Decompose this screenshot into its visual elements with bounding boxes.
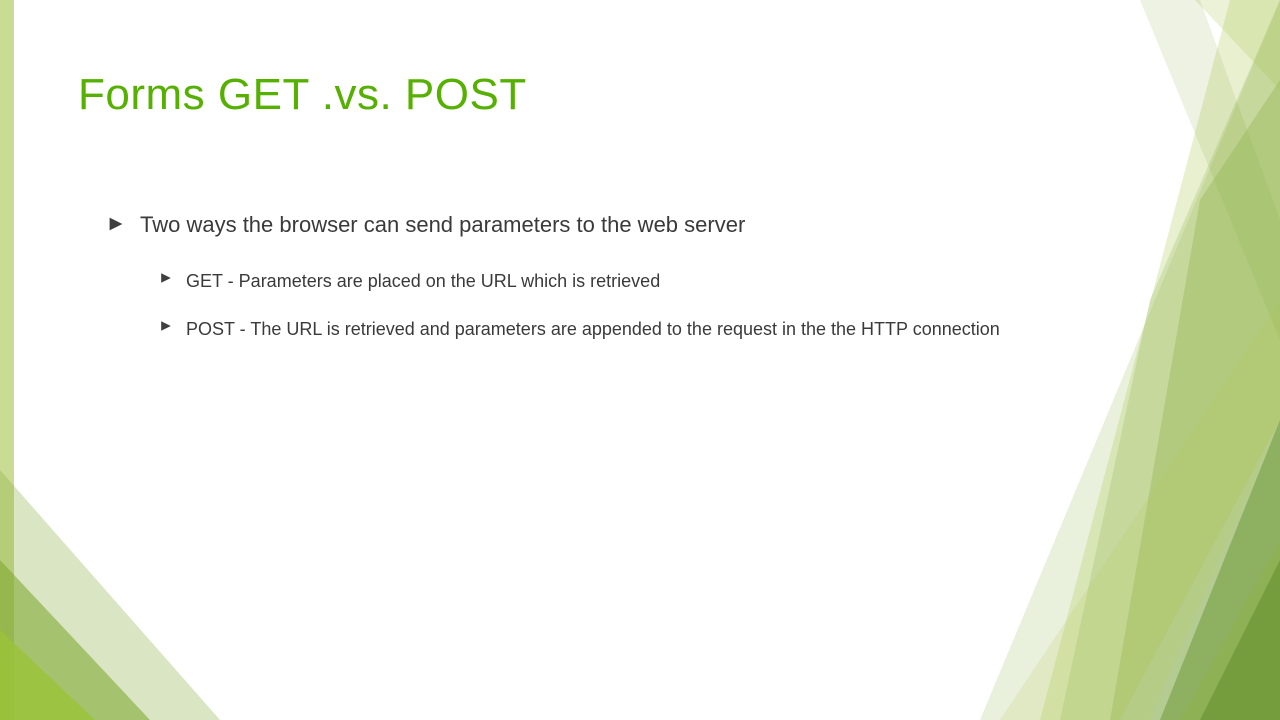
sub-bullets: GET - Parameters are placed on the URL w… (160, 268, 1220, 342)
slide: Forms GET .vs. POST Two ways the browser… (0, 0, 1280, 720)
slide-title: Forms GET .vs. POST (78, 70, 527, 120)
slide-content: Two ways the browser can send parameters… (108, 210, 1220, 364)
arrow-right-icon (160, 272, 172, 284)
bullet-level2: GET - Parameters are placed on the URL w… (160, 268, 1220, 294)
bullet-level1: Two ways the browser can send parameters… (108, 210, 1220, 240)
bullet-text: GET - Parameters are placed on the URL w… (186, 268, 660, 294)
arrow-right-icon (160, 320, 172, 332)
bullet-level2: POST - The URL is retrieved and paramete… (160, 316, 1220, 342)
bullet-text: Two ways the browser can send parameters… (140, 210, 745, 240)
arrow-right-icon (108, 216, 124, 232)
bullet-text: POST - The URL is retrieved and paramete… (186, 316, 1000, 342)
